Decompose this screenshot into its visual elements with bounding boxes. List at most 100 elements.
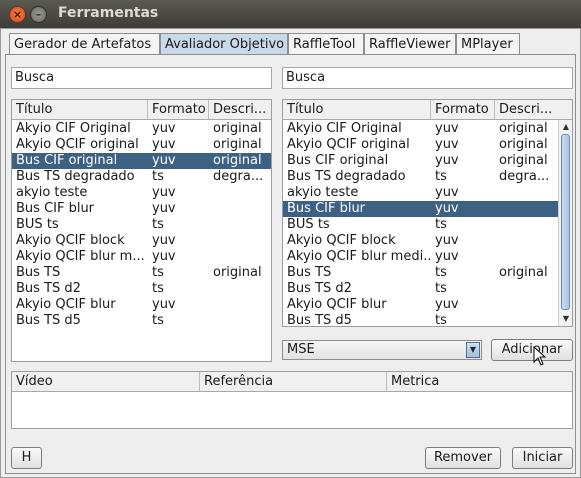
right-table-row[interactable]: Bus TS d2 ts <box>283 281 558 297</box>
results-table-header: Vídeo Referência Metrica <box>12 372 572 392</box>
left-row-cell: ts <box>152 169 164 184</box>
left-row-cell <box>209 217 271 233</box>
right-table-row[interactable]: Bus TS d5 ts <box>283 313 558 327</box>
right-table-row[interactable]: Bus TS ts original <box>283 265 558 281</box>
tab-raffletool[interactable]: RaffleTool <box>288 33 364 55</box>
right-row-cell: ts <box>435 313 447 327</box>
right-row-cell: yuv <box>435 297 459 312</box>
scroll-up-icon[interactable]: ▲ <box>561 122 571 132</box>
h-button[interactable]: H <box>11 447 42 469</box>
right-table-row[interactable]: Bus TS degradado ts degra... <box>283 169 558 185</box>
right-row-cell <box>495 185 558 201</box>
left-row-cell: yuv <box>152 297 176 312</box>
right-table-row[interactable]: akyio teste yuv <box>283 185 558 201</box>
close-icon[interactable]: × <box>9 6 26 23</box>
metric-select[interactable]: MSE ▼ <box>282 340 482 360</box>
metric-select-value: MSE <box>287 342 315 357</box>
right-table-row[interactable]: Akyio CIF Original yuv original <box>283 121 558 137</box>
right-video-table: Título Formato Descri... Akyio CIF Origi… <box>282 99 573 327</box>
left-table-row[interactable]: Bus TS d2 ts <box>12 281 271 297</box>
chevron-down-icon[interactable]: ▼ <box>466 342 480 358</box>
left-table-row[interactable]: akyio teste yuv <box>12 185 271 201</box>
left-table-row[interactable]: Akyio QCIF original yuv original <box>12 137 271 153</box>
remove-button[interactable]: Remover <box>425 447 501 469</box>
right-row-cell: Bus TS d2 <box>287 281 352 296</box>
minimize-icon[interactable]: – <box>30 6 47 23</box>
right-row-cell <box>495 281 558 297</box>
right-table-row[interactable]: Bus CIF original yuv original <box>283 153 558 169</box>
right-row-cell: yuv <box>435 201 459 216</box>
left-search-input[interactable]: Busca <box>11 67 272 89</box>
right-row-cell: Bus TS <box>287 265 332 280</box>
left-table-row[interactable]: Bus TS d5 ts <box>12 313 271 329</box>
left-table-row[interactable]: Akyio QCIF blur yuv <box>12 297 271 313</box>
left-row-cell: Akyio QCIF block <box>16 233 125 248</box>
right-row-cell: Bus TS degradado <box>287 169 406 184</box>
left-row-cell: Akyio QCIF original <box>16 137 139 152</box>
window-content: Gerador de Artefatos Avaliador Objetivo … <box>0 28 581 478</box>
right-row-cell: ts <box>435 217 447 232</box>
right-row-cell: yuv <box>435 233 459 248</box>
left-table-row[interactable]: BUS ts ts <box>12 217 271 233</box>
left-row-cell: Bus TS degradado <box>16 169 135 184</box>
scroll-down-icon[interactable]: ▼ <box>561 314 571 324</box>
add-button[interactable]: Adicionar <box>491 339 573 361</box>
right-table-row[interactable]: Bus CIF blur yuv <box>283 201 558 217</box>
tab-mplayer[interactable]: MPlayer <box>456 33 520 55</box>
right-col-titulo[interactable]: Título <box>283 100 431 119</box>
title-bar: × – Ferramentas <box>0 0 581 28</box>
right-search-input[interactable]: Busca <box>282 67 573 89</box>
tab-raffleviewer[interactable]: RaffleViewer <box>364 33 456 55</box>
right-table-row[interactable]: Akyio QCIF original yuv original <box>283 137 558 153</box>
results-col-referencia[interactable]: Referência <box>200 372 387 391</box>
left-col-titulo[interactable]: Título <box>12 100 148 119</box>
right-row-cell <box>495 297 558 313</box>
left-row-cell: ts <box>152 313 164 328</box>
left-row-cell: yuv <box>152 201 176 216</box>
right-col-descricao[interactable]: Descri... <box>495 100 572 119</box>
left-col-descricao[interactable]: Descri... <box>209 100 271 119</box>
right-row-cell <box>495 201 558 217</box>
scrollbar-thumb[interactable] <box>561 134 570 310</box>
left-row-cell: original <box>213 153 262 168</box>
left-row-cell <box>209 313 271 329</box>
right-row-cell: ts <box>435 281 447 296</box>
left-row-cell: ts <box>152 265 164 280</box>
window-title: Ferramentas <box>58 5 159 21</box>
tab-avaliador-objetivo[interactable]: Avaliador Objetivo <box>160 33 288 55</box>
tab-gerador-de-artefatos[interactable]: Gerador de Artefatos <box>9 33 160 55</box>
right-row-cell: ts <box>435 265 447 280</box>
left-row-cell: yuv <box>152 121 176 136</box>
left-table-row[interactable]: Bus CIF blur yuv <box>12 201 271 217</box>
right-row-cell: Bus TS d5 <box>287 313 352 327</box>
right-row-cell: Akyio QCIF blur <box>287 297 387 312</box>
left-table-row[interactable]: Bus CIF original yuv original <box>12 153 271 169</box>
right-table-row[interactable]: Akyio QCIF block yuv <box>283 233 558 249</box>
left-table-row[interactable]: Akyio CIF Original yuv original <box>12 121 271 137</box>
results-col-metrica[interactable]: Metrica <box>387 372 572 391</box>
start-button[interactable]: Iniciar <box>512 447 573 469</box>
results-col-video[interactable]: Vídeo <box>12 372 200 391</box>
left-row-cell: yuv <box>152 185 176 200</box>
right-col-formato[interactable]: Formato <box>431 100 495 119</box>
right-table-scrollbar[interactable]: ▲ ▼ <box>558 120 572 326</box>
left-table-row[interactable]: Akyio QCIF block yuv <box>12 233 271 249</box>
mouse-cursor-icon <box>533 346 547 366</box>
left-table-row[interactable]: Akyio QCIF blur m... yuv <box>12 249 271 265</box>
right-row-cell: Akyio QCIF blur medi... <box>287 249 431 264</box>
left-table-row[interactable]: Bus TS degradado ts degra... <box>12 169 271 185</box>
right-table-row[interactable]: Akyio QCIF blur medi... yuv <box>283 249 558 265</box>
right-row-cell: yuv <box>435 185 459 200</box>
right-table-body: Akyio CIF Original yuv original Akyio QCIF … <box>283 121 558 326</box>
right-table-header: Título Formato Descri... <box>283 100 572 120</box>
right-table-row[interactable]: Akyio QCIF blur yuv <box>283 297 558 313</box>
right-row-cell <box>495 217 558 233</box>
left-row-cell: akyio teste <box>16 185 88 200</box>
left-col-formato[interactable]: Formato <box>148 100 209 119</box>
right-row-cell: original <box>499 137 548 152</box>
right-table-row[interactable]: BUS ts ts <box>283 217 558 233</box>
tab-panel: Busca Busca Título Formato Descri... Aky… <box>5 54 576 474</box>
left-table-row[interactable]: Bus TS ts original <box>12 265 271 281</box>
left-row-cell: Bus TS d2 <box>16 281 81 296</box>
right-row-cell <box>495 313 558 326</box>
